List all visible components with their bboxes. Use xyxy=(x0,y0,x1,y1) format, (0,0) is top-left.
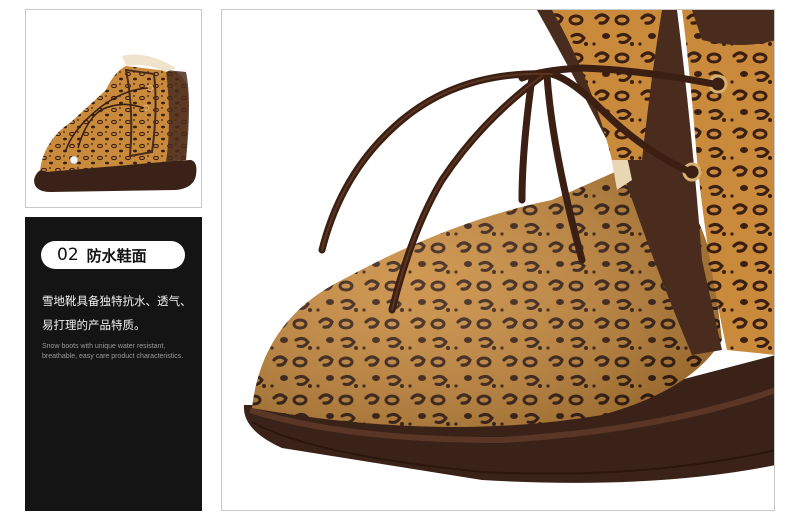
feature-description-cn: 雪地靴具备独特抗水、透气、易打理的产品特质。 xyxy=(42,294,192,332)
feature-title: 防水鞋面 xyxy=(86,246,147,265)
feature-panel: 02 防水鞋面 雪地靴具备独特抗水、透气、易打理的产品特质。 Snow boot… xyxy=(25,217,202,511)
boot-closeup-image xyxy=(243,10,774,483)
boot-thumbnail-image xyxy=(34,54,197,192)
feature-heading-pill: 02 防水鞋面 xyxy=(41,241,185,269)
product-thumbnail[interactable] xyxy=(25,9,202,208)
feature-number: 02 xyxy=(57,245,79,265)
boot-closeup-photo xyxy=(221,9,775,511)
feature-description-en: Snow boots with unique water resistant, … xyxy=(42,343,184,360)
